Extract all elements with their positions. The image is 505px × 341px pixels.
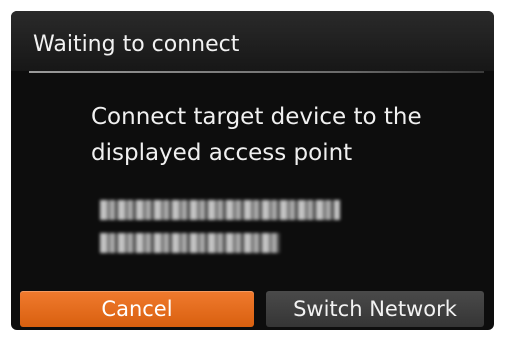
dialog-title: Waiting to connect <box>33 32 240 57</box>
switch-network-button[interactable]: Switch Network <box>266 291 484 327</box>
instruction-message: Connect target device to the displayed a… <box>91 99 471 171</box>
camera-screen: Waiting to connect Connect target device… <box>11 11 494 330</box>
access-point-info-obscured <box>100 196 345 258</box>
instruction-line-2: displayed access point <box>91 140 353 166</box>
instruction-line-1: Connect target device to the <box>91 104 422 130</box>
access-point-ssid-blurred <box>100 200 340 220</box>
title-divider <box>29 71 484 73</box>
title-bar: Waiting to connect <box>11 11 494 71</box>
access-point-password-blurred <box>100 233 280 253</box>
cancel-button[interactable]: Cancel <box>20 291 254 327</box>
